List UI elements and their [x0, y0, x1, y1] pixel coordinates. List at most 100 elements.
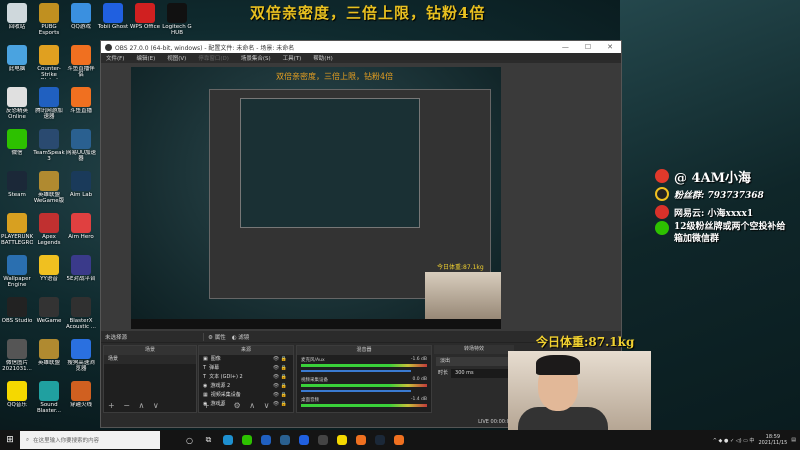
app-icon	[71, 297, 91, 317]
qq-group: 粉丝群: 793737368	[674, 190, 764, 201]
desktop-icon[interactable]: WeGame	[33, 295, 65, 337]
title-bar[interactable]: OBS 27.0.0 (64-bit, windows) - 配置文件: 未命名…	[101, 41, 621, 53]
desktop-icon[interactable]: PUBG Esports	[33, 1, 65, 43]
taskbar-edge-icon[interactable]	[218, 430, 237, 450]
desktop-icon[interactable]: QQ音乐	[1, 379, 33, 421]
taskbar-tencent-accelerator-icon[interactable]	[256, 430, 275, 450]
desktop-icon[interactable]: 斗鱼直播	[65, 85, 97, 127]
menu-item[interactable]: 工具(T)	[283, 54, 302, 62]
filters-button[interactable]: ◐ 滤镜	[232, 333, 250, 341]
desktop-icon-label: 网易UU加速器	[65, 150, 97, 162]
weight-overlay: 今日体重:87.1kg	[536, 335, 635, 349]
close-button[interactable]: ✕	[607, 43, 613, 51]
desktop-icon[interactable]: YY语音	[33, 253, 65, 295]
cortana-icon[interactable]: ○	[180, 430, 199, 450]
menu-item[interactable]: 帮助(H)	[313, 54, 332, 62]
source-controls[interactable]: + − ⚙ ∧ ∨	[203, 401, 272, 410]
desktop-icon-label: PLAYERUNKNOWN'S BATTLEGROUNDS	[1, 234, 33, 246]
desktop-icon-label: Wallpaper Engine	[3, 276, 31, 288]
tray-icons[interactable]: ^ ◆ ● ✓ ◁) ▭ 中	[713, 437, 755, 444]
taskbar-search[interactable]: ⌕ 在这里输入你要搜索的内容	[20, 431, 160, 449]
weibo-icon	[655, 169, 669, 183]
app-icon	[103, 3, 123, 23]
desktop-icon[interactable]: 5E对战平台	[65, 253, 97, 295]
desktop-icon-label: 穿越火线	[69, 402, 92, 408]
maximize-button[interactable]: ☐	[585, 43, 591, 51]
desktop-icon[interactable]: 搜狗高速浏览器	[65, 337, 97, 379]
visibility-lock-icons[interactable]: 👁 🔒	[273, 391, 287, 400]
scene-controls[interactable]: + − ∧ ∨	[108, 401, 162, 410]
minimize-button[interactable]: —	[562, 43, 569, 51]
desktop-icon-label: BlasterX Acoustic ...	[65, 318, 97, 330]
taskbar-uu-accelerator-icon[interactable]	[275, 430, 294, 450]
desktop-icon[interactable]: 微信	[1, 127, 33, 169]
desktop-icon[interactable]: Counter-Strike Global Off...	[33, 43, 65, 85]
obs-logo-icon	[105, 43, 112, 51]
task-view-icon[interactable]: ⧉	[199, 430, 218, 450]
desktop-icon[interactable]: PLAYERUNKNOWN'S BATTLEGROUNDS	[1, 211, 33, 253]
desktop-icon-label: OBS Studio	[1, 318, 33, 324]
desktop-icon[interactable]: Tobii Ghost	[97, 1, 129, 43]
menu-item[interactable]: 视图(V)	[167, 54, 186, 62]
app-icon	[39, 171, 59, 191]
desktop-icon[interactable]: Logitech G HUB	[161, 1, 193, 43]
desktop-icon[interactable]: Sound Blaster...	[33, 379, 65, 421]
menu-item[interactable]: 编辑(E)	[136, 54, 155, 62]
taskbar-wechat-icon[interactable]	[237, 430, 256, 450]
desktop-icon[interactable]: Apex Legends	[33, 211, 65, 253]
source-item[interactable]: T 文本 (GDI+) 2 👁 🔒	[199, 373, 293, 382]
menu-item[interactable]: 停靠窗口(D)	[198, 54, 229, 62]
visibility-lock-icons[interactable]: 👁 🔒	[273, 373, 287, 382]
source-item[interactable]: ▣ 图像 👁 🔒	[199, 355, 293, 364]
notification-icon[interactable]: ▤	[791, 437, 796, 443]
desktop-icon[interactable]: 英雄联盟WeGame版	[33, 169, 65, 211]
transition-select[interactable]: 淡出	[436, 357, 512, 366]
visibility-lock-icons[interactable]: 👁 🔒	[273, 364, 287, 373]
volume-slider[interactable]	[301, 390, 411, 392]
desktop-icon[interactable]: Steam	[1, 169, 33, 211]
desktop-icon[interactable]: 英雄联盟	[33, 337, 65, 379]
menu-item[interactable]: 文件(F)	[106, 54, 124, 62]
desktop-icon[interactable]: 腾讯网游加速器	[33, 85, 65, 127]
desktop-icon[interactable]: OBS Studio	[1, 295, 33, 337]
desktop-icon[interactable]: 此电脑	[1, 43, 33, 85]
volume-slider[interactable]	[301, 370, 411, 372]
taskbar-douyu-icon[interactable]	[351, 430, 370, 450]
taskbar-steam-icon[interactable]	[370, 430, 389, 450]
source-item[interactable]: ◉ 游戏源 2 👁 🔒	[199, 382, 293, 391]
preview-canvas[interactable]: 双倍亲密度，三倍上限，钻粉4倍 今日体重:87.1kg	[101, 63, 621, 331]
visibility-lock-icons[interactable]: 👁 🔒	[273, 400, 287, 409]
desktop-icon[interactable]: BlasterX Acoustic ...	[65, 295, 97, 337]
taskbar-qq-music-icon[interactable]	[332, 430, 351, 450]
taskbar-obs-icon[interactable]	[313, 430, 332, 450]
desktop-icon[interactable]: QQ游戏	[65, 1, 97, 43]
preview-content: 双倍亲密度，三倍上限，钻粉4倍 今日体重:87.1kg	[131, 67, 501, 329]
properties-button[interactable]: ⚙ 属性	[203, 332, 226, 341]
app-icon	[167, 3, 187, 23]
desktop-icon[interactable]: 穿越火线	[65, 379, 97, 421]
menu-item[interactable]: 场景集合(S)	[241, 54, 271, 62]
taskbar-douyu-companion-icon[interactable]	[389, 430, 408, 450]
source-type-icon: ▣	[203, 356, 208, 362]
desktop-icon[interactable]: 回收站	[1, 1, 33, 43]
app-icon	[39, 129, 59, 149]
desktop-icon[interactable]: TeamSpeak 3	[33, 127, 65, 169]
app-icon	[135, 3, 155, 23]
clock[interactable]: 18:59 2021/11/15	[758, 434, 787, 446]
desktop-icon[interactable]: Wallpaper Engine	[1, 253, 33, 295]
desktop-icon[interactable]: 网易UU加速器	[65, 127, 97, 169]
desktop-icon[interactable]: 微信图片2021031...	[1, 337, 33, 379]
visibility-lock-icons[interactable]: 👁 🔒	[273, 382, 287, 391]
visibility-lock-icons[interactable]: 👁 🔒	[273, 355, 287, 364]
windows-start-icon[interactable]: ⊞	[0, 435, 20, 445]
desktop-icon[interactable]: 斗鱼直播伴侣	[65, 43, 97, 85]
desktop-icon[interactable]: WPS Office	[129, 1, 161, 43]
source-item[interactable]: T 弹幕 👁 🔒	[199, 364, 293, 373]
scene-item[interactable]: 场景	[104, 355, 196, 364]
taskbar-tobii-icon[interactable]	[294, 430, 313, 450]
desktop-icon[interactable]: Aim Hero	[65, 211, 97, 253]
desktop-icon[interactable]: Aim Lab	[65, 169, 97, 211]
duration-input[interactable]: 300 ms	[451, 369, 514, 378]
source-item[interactable]: ▦ 视频采集设备 👁 🔒	[199, 391, 293, 400]
desktop-icon[interactable]: 反恐精英Online	[1, 85, 33, 127]
